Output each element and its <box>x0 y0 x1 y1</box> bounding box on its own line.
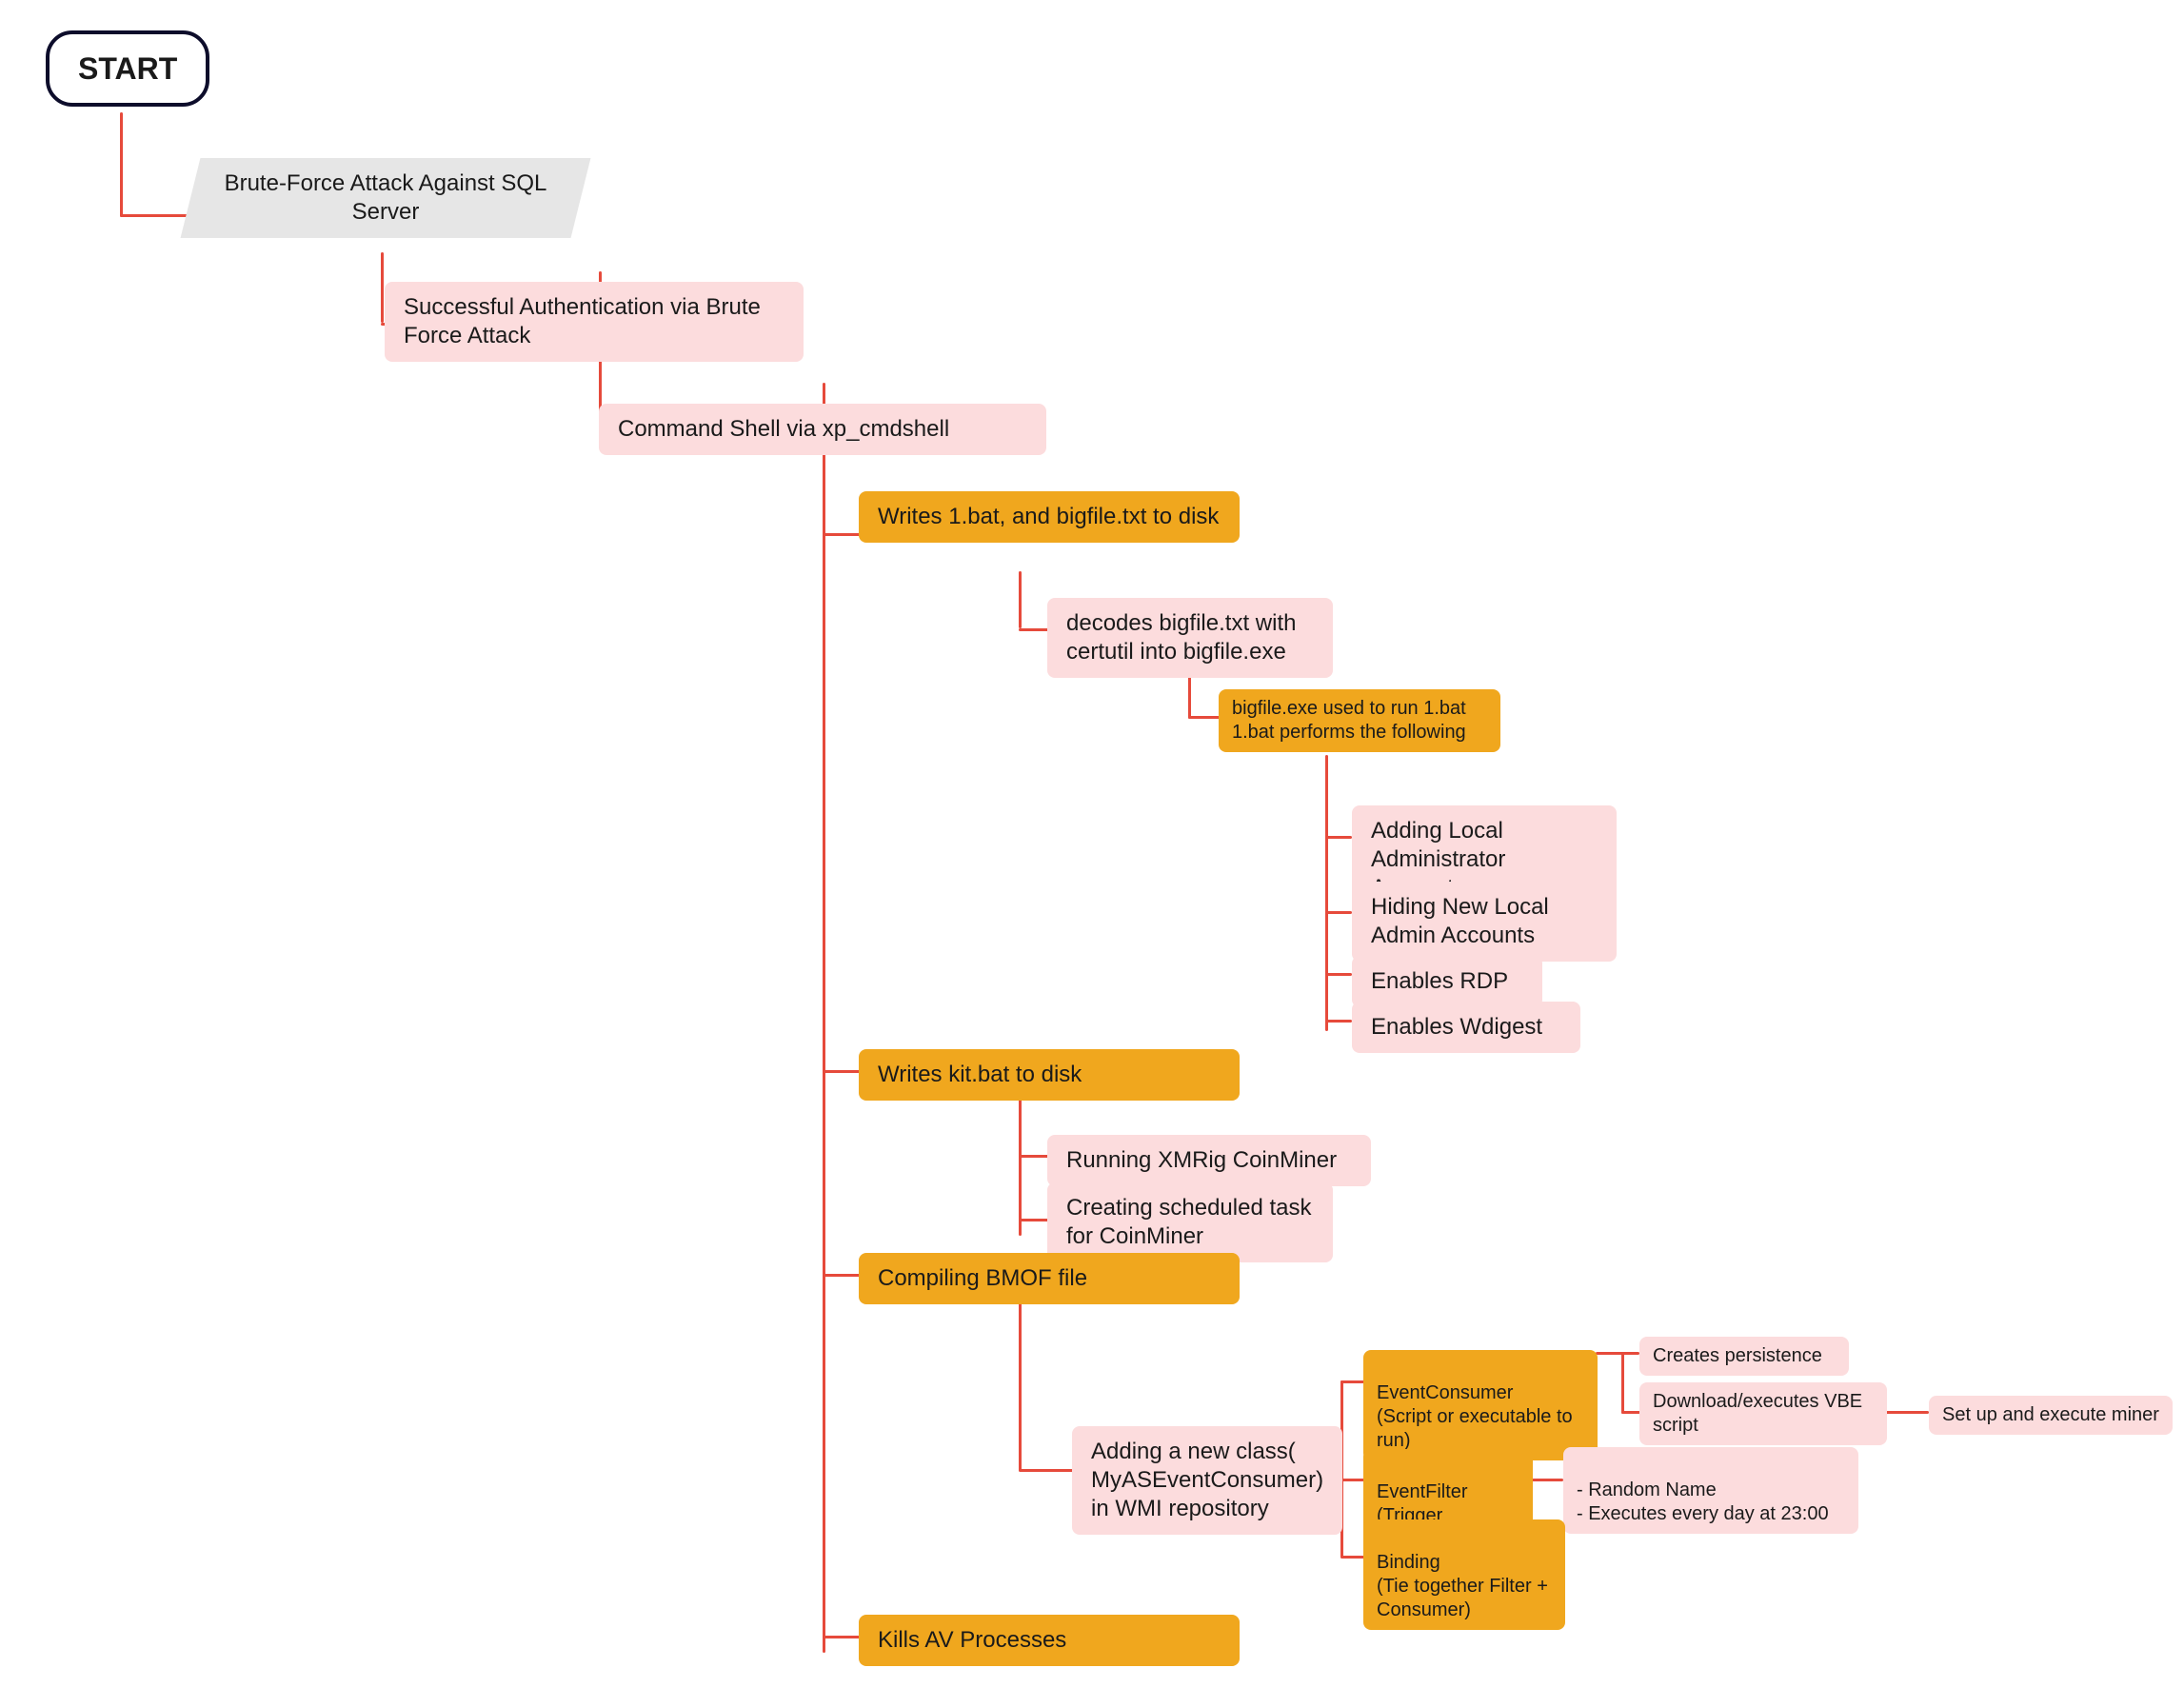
cmdshell-node: Command Shell via xp_cmdshell <box>599 404 1046 455</box>
start-label: START <box>78 51 177 86</box>
writes-kit-label: Writes kit.bat to disk <box>878 1062 1082 1087</box>
writes-1bat-node: Writes 1.bat, and bigfile.txt to disk <box>859 491 1240 543</box>
schtask-label: Creating scheduled task for CoinMiner <box>1066 1195 1311 1249</box>
schtask-node: Creating scheduled task for CoinMiner <box>1047 1182 1333 1262</box>
wdigest-node: Enables Wdigest <box>1352 1002 1580 1053</box>
binding-node: Binding (Tie together Filter + Consumer) <box>1363 1519 1565 1630</box>
hide-admin-node: Hiding New Local Admin Accounts <box>1352 882 1617 962</box>
wmi-class-node: Adding a new class( MyASEventConsumer) i… <box>1072 1426 1342 1535</box>
rdp-label: Enables RDP <box>1371 968 1508 994</box>
bmof-node: Compiling BMOF file <box>859 1253 1240 1304</box>
cmdshell-label: Command Shell via xp_cmdshell <box>618 416 949 442</box>
persistence-node: Creates persistence <box>1639 1337 1849 1376</box>
decode-label: decodes bigfile.txt with certutil into b… <box>1066 610 1296 665</box>
brute-force-node: Brute-Force Attack Against SQL Server <box>181 158 591 238</box>
event-consumer-node: EventConsumer (Script or executable to r… <box>1363 1350 1598 1460</box>
kill-av-node: Kills AV Processes <box>859 1615 1240 1666</box>
wdigest-label: Enables Wdigest <box>1371 1014 1542 1040</box>
xmrig-label: Running XMRig CoinMiner <box>1066 1147 1337 1173</box>
writes-1bat-label: Writes 1.bat, and bigfile.txt to disk <box>878 504 1219 529</box>
hide-admin-label: Hiding New Local Admin Accounts <box>1371 894 1549 948</box>
bigfile-run-node: bigfile.exe used to run 1.bat 1.bat perf… <box>1219 689 1500 752</box>
wmi-class-label: Adding a new class( MyASEventConsumer) i… <box>1091 1439 1323 1521</box>
auth-success-node: Successful Authentication via Brute Forc… <box>385 282 804 362</box>
vbe-label: Download/executes VBE script <box>1653 1391 1862 1436</box>
start-node: START <box>46 30 209 107</box>
decode-node: decodes bigfile.txt with certutil into b… <box>1047 598 1333 678</box>
binding-label: Binding (Tie together Filter + Consumer) <box>1377 1552 1548 1620</box>
miner-label: Set up and execute miner <box>1942 1404 2159 1425</box>
brute-force-label: Brute-Force Attack Against SQL Server <box>209 169 562 227</box>
miner-node: Set up and execute miner <box>1929 1396 2173 1435</box>
filter-detail-node: - Random Name - Executes every day at 23… <box>1563 1447 1858 1534</box>
bigfile-run-label: bigfile.exe used to run 1.bat 1.bat perf… <box>1232 698 1466 743</box>
persistence-label: Creates persistence <box>1653 1345 1822 1366</box>
writes-kit-node: Writes kit.bat to disk <box>859 1049 1240 1101</box>
auth-success-label: Successful Authentication via Brute Forc… <box>404 294 761 348</box>
vbe-node: Download/executes VBE script <box>1639 1382 1887 1445</box>
kill-av-label: Kills AV Processes <box>878 1627 1066 1653</box>
bmof-label: Compiling BMOF file <box>878 1265 1087 1291</box>
rdp-node: Enables RDP <box>1352 956 1542 1007</box>
xmrig-node: Running XMRig CoinMiner <box>1047 1135 1371 1186</box>
event-consumer-label: EventConsumer (Script or executable to r… <box>1377 1382 1573 1451</box>
filter-detail-label: - Random Name - Executes every day at 23… <box>1577 1479 1829 1524</box>
